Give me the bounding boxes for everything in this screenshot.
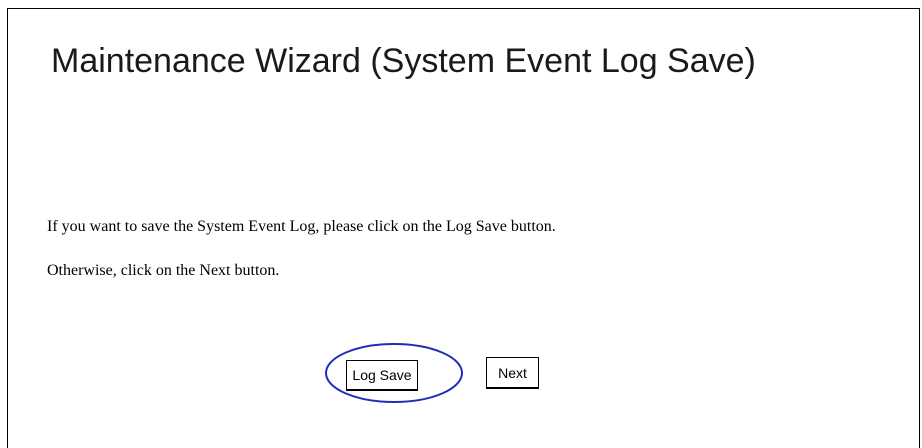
next-button[interactable]: Next [486, 357, 539, 389]
log-save-button[interactable]: Log Save [346, 360, 418, 391]
instruction-log-save: If you want to save the System Event Log… [47, 218, 556, 235]
page-title: Maintenance Wizard (System Event Log Sav… [51, 42, 756, 80]
instruction-next: Otherwise, click on the Next button. [47, 262, 280, 279]
